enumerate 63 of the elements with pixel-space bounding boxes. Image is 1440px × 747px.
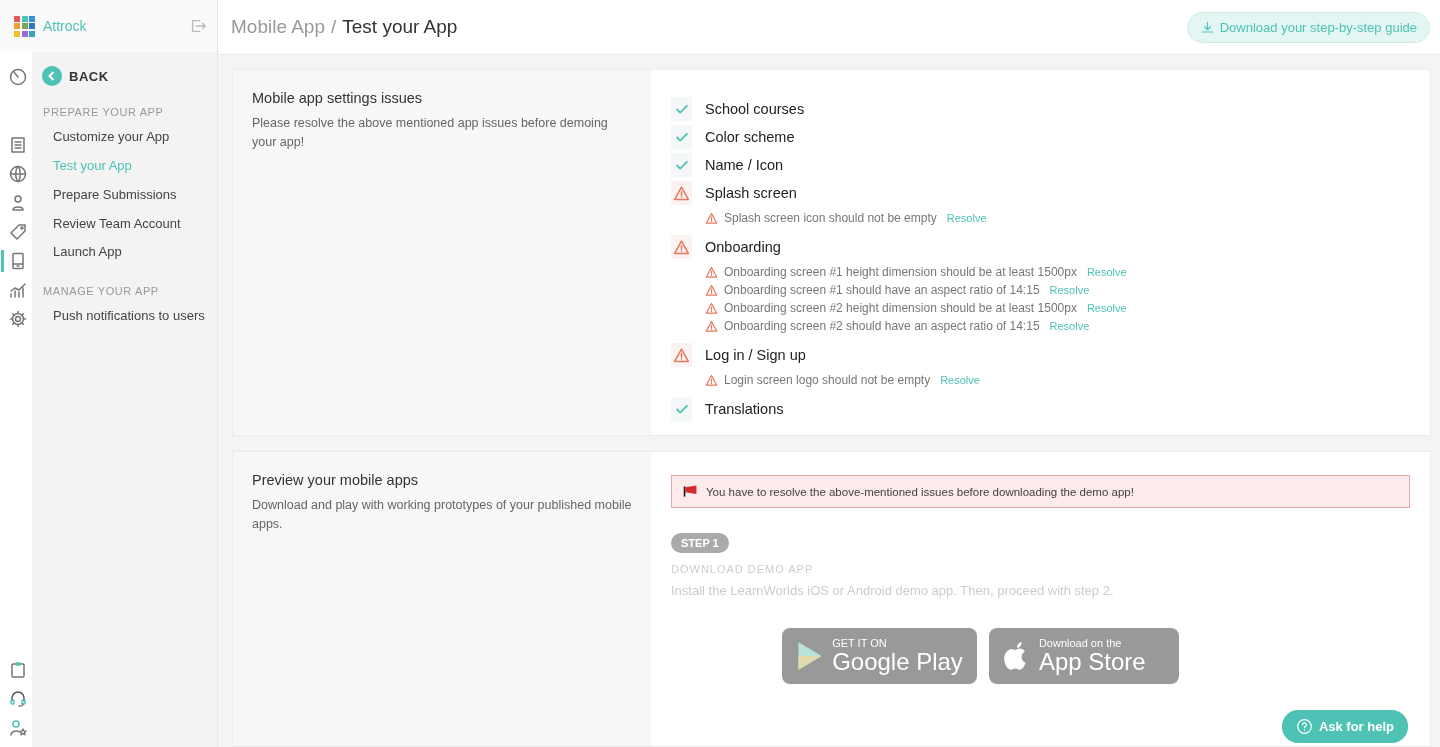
store-name: App Store xyxy=(1038,649,1146,675)
check-label: Name / Icon xyxy=(705,157,784,173)
check-icon xyxy=(671,125,692,149)
back-link[interactable]: BACK xyxy=(42,66,109,86)
app-store-button[interactable]: Download on the App Store xyxy=(988,628,1179,684)
grid-logo-icon xyxy=(14,15,35,37)
resolve-link[interactable]: Resolve xyxy=(940,374,980,386)
nav-item[interactable]: Launch App xyxy=(42,238,207,268)
section-title: Preview your mobile apps xyxy=(252,472,420,488)
nav-item[interactable]: Review Team Account xyxy=(42,209,207,239)
section-heading: PREPARE YOUR APP xyxy=(43,106,165,118)
warning-icon xyxy=(705,373,718,387)
warning-icon xyxy=(705,319,718,333)
store-name: Google Play xyxy=(832,649,963,675)
warning-icon xyxy=(705,211,718,225)
check-label: Translations xyxy=(705,401,784,417)
resolve-link[interactable]: Resolve xyxy=(1049,320,1090,332)
store-caption: GET IT ON xyxy=(832,637,888,650)
section-heading: MANAGE YOUR APP xyxy=(43,285,160,298)
issue-text: Login screen logo should not be empty xyxy=(724,373,931,387)
step-badge: STEP 1 xyxy=(671,533,729,553)
check-icon xyxy=(671,153,692,177)
page-title: Test your App xyxy=(342,16,458,38)
google-play-button[interactable]: GET IT ON Google Play xyxy=(782,628,977,684)
resolve-link[interactable]: Resolve xyxy=(1086,266,1127,278)
check-label: School courses xyxy=(705,101,805,117)
section-description: Please resolve the above mentioned app issues before demoing your app! xyxy=(252,115,609,152)
issue-text: Splash screen icon should not be empty xyxy=(724,211,937,225)
check-label: Splash screen xyxy=(705,185,797,201)
check-label: Color scheme xyxy=(705,129,795,145)
nav-item[interactable]: Push notifications to users xyxy=(42,302,207,332)
warning-icon xyxy=(671,181,692,205)
section-description: Download and play with working prototypes of your published mobile apps. xyxy=(252,497,632,534)
help-icon xyxy=(1295,718,1313,735)
warning-icon xyxy=(671,235,692,259)
nav-item[interactable]: Test your App xyxy=(42,151,207,181)
store-caption: Download on the xyxy=(1038,637,1123,650)
breadcrumb-link[interactable]: Mobile App xyxy=(231,16,325,38)
resolve-link[interactable]: Resolve xyxy=(1086,302,1127,314)
resolve-link[interactable]: Resolve xyxy=(946,212,987,224)
warning-icon xyxy=(705,265,718,279)
section-title: Mobile app settings issues xyxy=(252,90,424,106)
download-icon xyxy=(1199,19,1215,35)
help-button[interactable]: Ask for help xyxy=(1281,710,1408,743)
brand-name: Attrock xyxy=(43,18,88,34)
guide-download-button[interactable]: Download your step-by-step guide xyxy=(1186,11,1430,43)
issue-text: Onboarding screen #1 should have an aspect ratio of 14:15 xyxy=(724,283,1040,297)
nav-item[interactable]: Prepare Submissions xyxy=(42,180,207,210)
issue-text: Onboarding screen #1 height dimension should be at least 1500px xyxy=(724,265,1077,279)
check-label: Onboarding xyxy=(705,239,781,255)
check-label: Log in / Sign up xyxy=(705,347,806,363)
check-icon xyxy=(671,397,692,421)
warning-icon xyxy=(705,301,718,315)
issue-text: Onboarding screen #2 should have an aspect ratio of 14:15 xyxy=(724,319,1040,333)
breadcrumb-separator: / xyxy=(331,16,337,38)
check-icon xyxy=(671,97,692,121)
alert-text: You have to resolve the above-mentioned issues before downloading the demo app! xyxy=(706,485,1134,498)
warning-icon xyxy=(671,343,692,367)
warning-icon xyxy=(705,283,718,297)
issue-text: Onboarding screen #2 height dimension should be at least 1500px xyxy=(724,301,1077,315)
resolve-link[interactable]: Resolve xyxy=(1049,284,1090,296)
nav-item[interactable]: Customize your App xyxy=(42,123,207,152)
megaphone-icon xyxy=(682,483,699,500)
